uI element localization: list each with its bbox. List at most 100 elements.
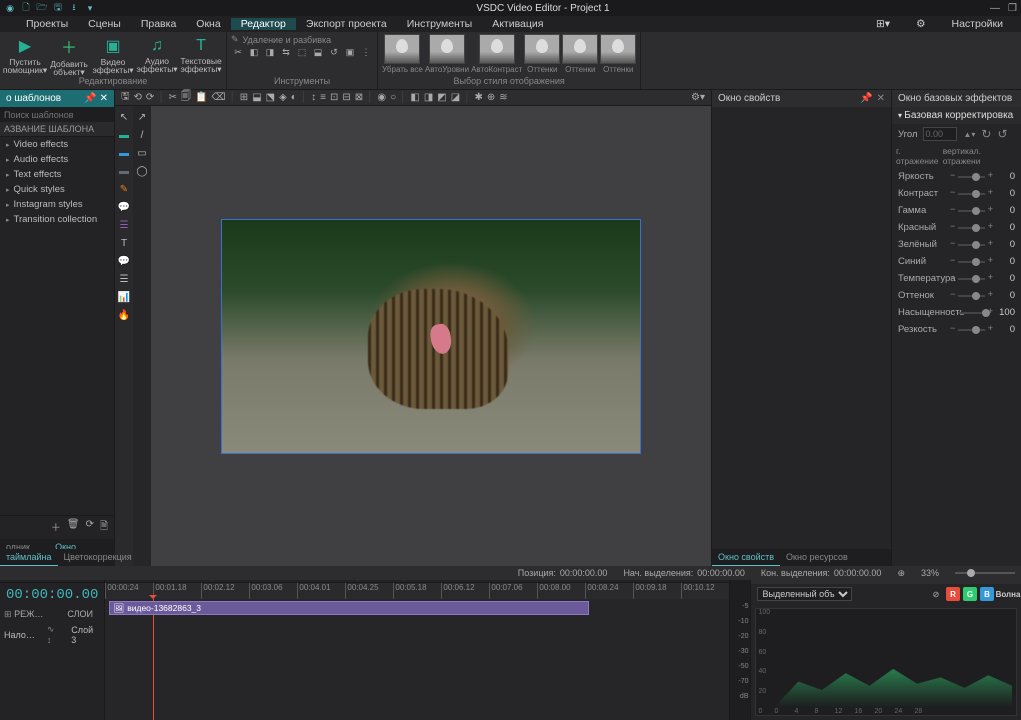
tb-gear-icon[interactable]: ⚙▾ — [691, 92, 705, 103]
tb-ar-icon[interactable]: ◨ — [424, 92, 433, 103]
playhead[interactable] — [153, 599, 154, 720]
tpl-copy-icon[interactable]: 🗎 — [100, 519, 108, 536]
tpl-add-icon[interactable]: ＋ — [51, 519, 61, 536]
menu-editor[interactable]: Редактор — [231, 18, 296, 30]
tb-mask-icon[interactable]: ◈ — [279, 92, 287, 103]
props-close-icon[interactable]: ✕ — [877, 93, 885, 104]
rect-icon[interactable]: ▭ — [135, 146, 149, 160]
tb-circle-icon[interactable]: ◐ — [291, 92, 297, 103]
frame-icon[interactable]: ▣ — [343, 45, 357, 59]
zoom-target-icon[interactable]: ⊕ — [897, 568, 905, 579]
tb-save-icon[interactable]: 🖫 — [121, 89, 130, 106]
slider-8[interactable] — [958, 312, 985, 314]
shape-green-icon[interactable]: ▬ — [117, 128, 131, 142]
style-thumb-autolevels[interactable] — [429, 34, 465, 64]
timeline-tracks[interactable]: 🖼 видео-13682863_3 — [105, 599, 729, 720]
timeline-ruler[interactable]: 00:00:2400:01.1800:02.1200:03.0600:04.01… — [105, 583, 729, 599]
canvas-area[interactable] — [151, 106, 711, 566]
settings-label[interactable]: Настройки — [942, 18, 1014, 30]
tb-at-icon[interactable]: ◩ — [437, 92, 446, 103]
tpl-delete-icon[interactable]: 🗑 — [67, 519, 80, 536]
menu-activation[interactable]: Активация — [482, 18, 553, 30]
fire-icon[interactable]: 🔥 — [117, 308, 131, 322]
slider-3[interactable] — [958, 227, 985, 229]
shape-blue-icon[interactable]: ▬ — [117, 146, 131, 160]
tab-properties[interactable]: Окно свойств — [712, 549, 780, 566]
tb-align2-icon[interactable]: ⬔ — [266, 92, 275, 103]
templates-search-input[interactable] — [4, 109, 121, 120]
qat-save-icon[interactable]: 🖫 — [52, 2, 64, 14]
split-right-icon[interactable]: ◨ — [263, 45, 277, 59]
cut-icon[interactable]: ✂ — [231, 45, 245, 59]
tpl-refresh-icon[interactable]: ⟳ — [86, 519, 94, 536]
tb-copy-icon[interactable]: 🗐 — [181, 89, 191, 106]
histogram-source-select[interactable]: Выделенный объ — [757, 587, 852, 601]
tb-ab-icon[interactable]: ◪ — [451, 92, 460, 103]
histo-b-button[interactable]: B — [980, 587, 994, 601]
tb-delete-icon[interactable]: ⌫ — [211, 92, 225, 103]
menu-windows[interactable]: Окна — [186, 18, 230, 30]
video-clip[interactable]: 🖼 видео-13682863_3 — [109, 601, 589, 615]
style-thumb-clearall[interactable] — [384, 34, 420, 64]
crop-icon[interactable]: ⬚ — [295, 45, 309, 59]
histo-r-button[interactable]: R — [946, 587, 960, 601]
style-thumb-tint2[interactable] — [562, 34, 598, 64]
preview-canvas[interactable] — [221, 219, 641, 454]
menu-lines-icon[interactable]: ☰ — [117, 218, 131, 232]
rotate-icon[interactable]: ↺ — [327, 45, 341, 59]
zoom-slider[interactable] — [955, 572, 1015, 574]
tab-timeline[interactable]: таймлайна — [0, 549, 58, 566]
settings-gear-icon[interactable]: ⚙ — [906, 18, 935, 30]
video-effects-button[interactable]: ▣Видео эффекты▾ — [92, 34, 134, 76]
pin-icon[interactable]: 📌 ✕ — [84, 93, 108, 104]
tb-box2-icon[interactable]: ⊟ — [342, 92, 350, 103]
tb-fit-icon[interactable]: ○ — [390, 92, 396, 103]
bubble-icon[interactable]: 💬 — [117, 200, 131, 214]
histo-g-button[interactable]: G — [963, 587, 977, 601]
tb-add-icon[interactable]: ⊕ — [487, 92, 495, 103]
ellipse-icon[interactable]: ◯ — [135, 164, 149, 178]
tb-fx-icon[interactable]: ✱ — [474, 92, 482, 103]
pencil-draw-icon[interactable]: ✎ — [117, 182, 131, 196]
layout-icon[interactable]: ⊞▾ — [866, 18, 900, 30]
tb-flipv-icon[interactable]: ↕ — [311, 92, 316, 103]
menu-export[interactable]: Экспорт проекта — [296, 18, 397, 30]
tpl-text-effects[interactable]: Text effects — [0, 167, 114, 182]
flip-v-label[interactable]: вертикал. отражени — [943, 146, 1017, 166]
line-icon[interactable]: / — [135, 128, 149, 142]
tpl-transition-collection[interactable]: Transition collection — [0, 212, 114, 227]
pencil-icon[interactable]: ✎ — [231, 34, 239, 45]
audio-effects-button[interactable]: ♫Аудио эффекты▾ — [136, 34, 178, 76]
swap-icon[interactable]: ⇆ — [279, 45, 293, 59]
tab-resources[interactable]: Окно ресурсов — [780, 549, 854, 566]
tpl-quick-styles[interactable]: Quick styles — [0, 182, 114, 197]
tb-al-icon[interactable]: ◧ — [410, 92, 419, 103]
text-effects-button[interactable]: TТекстовые эффекты▾ — [180, 34, 222, 76]
slider-6[interactable] — [958, 278, 985, 280]
minimize-button[interactable]: — — [990, 3, 1000, 14]
pointer-icon[interactable]: ↖ — [117, 110, 131, 124]
angle-input[interactable] — [923, 127, 957, 141]
rotate-cw-icon[interactable]: ↻ — [981, 127, 991, 141]
tpl-instagram-styles[interactable]: Instagram styles — [0, 197, 114, 212]
tb-box1-icon[interactable]: ⊡ — [330, 92, 338, 103]
add-object-button[interactable]: ＋Добавить объект▾ — [48, 34, 90, 76]
qat-open-icon[interactable]: 🗁 — [36, 2, 48, 14]
slider-2[interactable] — [958, 210, 985, 212]
arrow-icon[interactable]: ↗ — [135, 110, 149, 124]
slider-1[interactable] — [958, 193, 985, 195]
text-tool-icon[interactable]: T — [117, 236, 131, 250]
tb-grid-icon[interactable]: ⊞ — [240, 92, 248, 103]
props-pin-icon[interactable]: 📌 — [860, 93, 872, 104]
tb-paste-icon[interactable]: 📋 — [195, 92, 207, 103]
tb-align1-icon[interactable]: ⬓ — [252, 92, 261, 103]
tpl-video-effects[interactable]: Video effects — [0, 137, 114, 152]
tb-wave-icon[interactable]: ≋ — [499, 92, 507, 103]
menu-projects[interactable]: Проекты — [16, 18, 78, 30]
launch-wizard-button[interactable]: ▶Пустить помощник▾ — [4, 34, 46, 76]
slider-7[interactable] — [958, 295, 985, 297]
tb-cut-icon[interactable]: ✂ — [169, 92, 177, 103]
fx-section-basic[interactable]: Базовая корректировка — [892, 107, 1021, 124]
tb-undo-icon[interactable]: ⟲ — [134, 92, 142, 103]
tooltip-icon[interactable]: 💬 — [117, 254, 131, 268]
